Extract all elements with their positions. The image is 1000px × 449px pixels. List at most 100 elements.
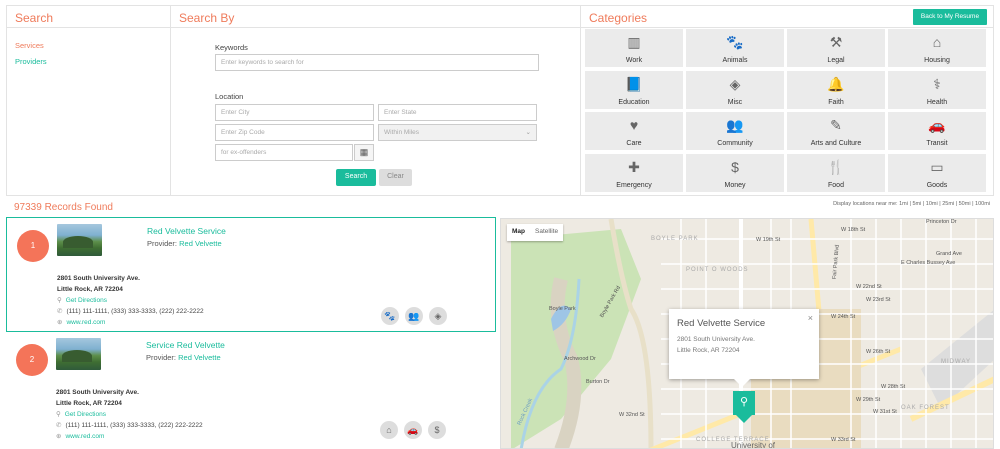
category-emergency[interactable]: ✚ Emergency [585, 153, 683, 192]
website-row[interactable]: ⊕ www.red.com [56, 432, 104, 440]
records-found: 97339 Records Found [14, 202, 113, 213]
paw-icon[interactable]: 🐾 [381, 307, 399, 325]
city-input[interactable]: Enter City [215, 104, 374, 121]
phone-icon: ✆ [56, 422, 62, 429]
category-label: Housing [924, 57, 950, 64]
map-type-satellite[interactable]: Satellite [530, 224, 563, 241]
result-title[interactable]: Service Red Velvette [146, 340, 225, 350]
hdd-icon: ▭ [930, 158, 944, 175]
provider-link[interactable]: Red Velvette [178, 353, 221, 362]
money-icon[interactable]: $ [428, 421, 446, 439]
sidebar-item-services[interactable]: Services [15, 41, 44, 50]
popup-title: Red Velvette Service [677, 318, 766, 329]
category-label: Education [618, 98, 650, 106]
directions-row[interactable]: ⚲ Get Directions [57, 296, 107, 304]
category-legal[interactable]: ⚒ Legal [787, 29, 885, 67]
category-community[interactable]: 👥 Community [686, 112, 784, 150]
provider-label: Provider: [147, 239, 178, 248]
sidebar-item-providers[interactable]: Providers [15, 57, 47, 66]
category-education[interactable]: 📘 Education [585, 70, 683, 109]
map-label-midway: MIDWAY [941, 359, 971, 365]
users-icon[interactable]: 👥 [405, 307, 423, 325]
result-number: 2 [16, 344, 48, 376]
map-label-w28th: W 28th St [881, 384, 906, 390]
home-icon[interactable]: ⌂ [380, 421, 398, 439]
result-thumbnail[interactable] [56, 338, 101, 370]
offenders-input[interactable]: for ex-offenders [215, 144, 353, 161]
keywords-input[interactable]: Enter keywords to search for [215, 54, 539, 71]
category-health[interactable]: ⚕ Health [888, 70, 986, 109]
category-label: Community [717, 140, 753, 147]
result-title[interactable]: Red Velvette Service [147, 226, 226, 236]
map-type-control[interactable]: Map Satellite [507, 224, 564, 241]
display-locations-text[interactable]: Display locations near me: 1mi | 5mi | 1… [833, 201, 990, 207]
money-icon: $ [731, 158, 739, 175]
category-label: Work [625, 57, 643, 64]
get-directions-link[interactable]: Get Directions [66, 297, 107, 304]
map-label-w18th: W 18th St [841, 227, 866, 233]
globe-icon: ⊕ [57, 319, 63, 326]
address-line-2: Little Rock, AR 72204 [56, 400, 122, 407]
address-line-2: Little Rock, AR 72204 [57, 286, 123, 293]
search-title: Search [7, 6, 170, 28]
category-misc[interactable]: ◈ Misc [686, 70, 784, 109]
get-directions-link[interactable]: Get Directions [65, 411, 106, 418]
map-type-map[interactable]: Map [507, 224, 530, 241]
map-label-oak-forest: OAK FOREST [901, 405, 950, 411]
cube-icon: ◈ [729, 75, 741, 92]
zip-input[interactable]: Enter Zip Code [215, 124, 374, 141]
miles-select[interactable]: Within Miles ⌄ [378, 124, 537, 141]
category-money[interactable]: $ Money [686, 153, 784, 192]
map[interactable]: BOYLE PARK POINT O WOODS Boyle Park COLL… [500, 218, 994, 449]
phone-row: ✆ (111) 111-1111, (333) 333-3333, (222) 2… [56, 421, 203, 429]
search-button[interactable]: Search [336, 169, 376, 186]
address-line-1: 2801 South University Ave. [56, 389, 139, 396]
paw-icon: 🐾 [726, 34, 744, 50]
categories-panel: Categories Back to My Resume ▥ Work 🐾 Anima… [580, 5, 994, 196]
provider-link[interactable]: Red Velvette [179, 239, 222, 248]
website-link[interactable]: www.red.com [65, 433, 104, 440]
map-label-grand: Grand Ave [936, 251, 962, 257]
result-provider: Provider: Red Velvette [146, 353, 221, 362]
map-pin-icon: ⚲ [56, 411, 61, 418]
map-label-w29th: W 29th St [856, 397, 881, 403]
result-number: 1 [17, 230, 49, 262]
map-info-window: Red Velvette Service 2801 South Universi… [669, 309, 819, 387]
map-label-w32nd: W 32nd St [619, 412, 645, 418]
category-work[interactable]: ▥ Work [585, 29, 683, 67]
result-item[interactable]: 2 Service Red Velvette Provider: Red Vel… [6, 334, 496, 449]
state-input[interactable]: Enter State [378, 104, 537, 121]
category-care[interactable]: ♥ Care [585, 112, 683, 150]
directions-row[interactable]: ⚲ Get Directions [56, 410, 106, 418]
map-label-princeton: Princeton Dr [926, 219, 957, 225]
result-provider: Provider: Red Velvette [147, 239, 222, 248]
category-label: Animals [722, 57, 748, 64]
back-to-resume-button[interactable]: Back to My Resume [913, 9, 987, 25]
category-food[interactable]: 🍴 Food [787, 153, 885, 192]
clear-button[interactable]: Clear [379, 169, 412, 186]
category-animals[interactable]: 🐾 Animals [686, 29, 784, 67]
cube-icon[interactable]: ◈ [429, 307, 447, 325]
category-arts-and-culture[interactable]: ✎ Arts and Culture [787, 112, 885, 150]
result-thumbnail[interactable] [57, 224, 102, 256]
car-icon[interactable]: 🚗 [404, 421, 422, 439]
category-faith[interactable]: 🔔 Faith [787, 70, 885, 109]
map-label-university: University of [731, 441, 776, 449]
close-icon[interactable]: × [808, 313, 813, 323]
category-label: Transit [926, 140, 948, 147]
category-label: Arts and Culture [810, 140, 862, 147]
keywords-label: Keywords [215, 43, 248, 52]
map-label-w24th: W 24th St [831, 314, 856, 320]
brush-icon: ✎ [830, 117, 842, 133]
category-housing[interactable]: ⌂ Housing [888, 29, 986, 67]
map-marker-icon[interactable]: ⚲ [733, 391, 755, 423]
result-item[interactable]: 1 Red Velvette Service Provider: Red Vel… [6, 217, 496, 332]
keyboard-icon[interactable]: ▦ [354, 144, 374, 161]
heart-icon: ♥ [629, 117, 639, 133]
category-goods[interactable]: ▭ Goods [888, 153, 986, 192]
map-label-archwood: Archwood Dr [564, 356, 596, 362]
map-label-w22nd: W 22nd St [856, 284, 882, 290]
website-row[interactable]: ⊕ www.red.com [57, 318, 105, 326]
category-transit[interactable]: 🚗 Transit [888, 112, 986, 150]
website-link[interactable]: www.red.com [66, 319, 105, 326]
